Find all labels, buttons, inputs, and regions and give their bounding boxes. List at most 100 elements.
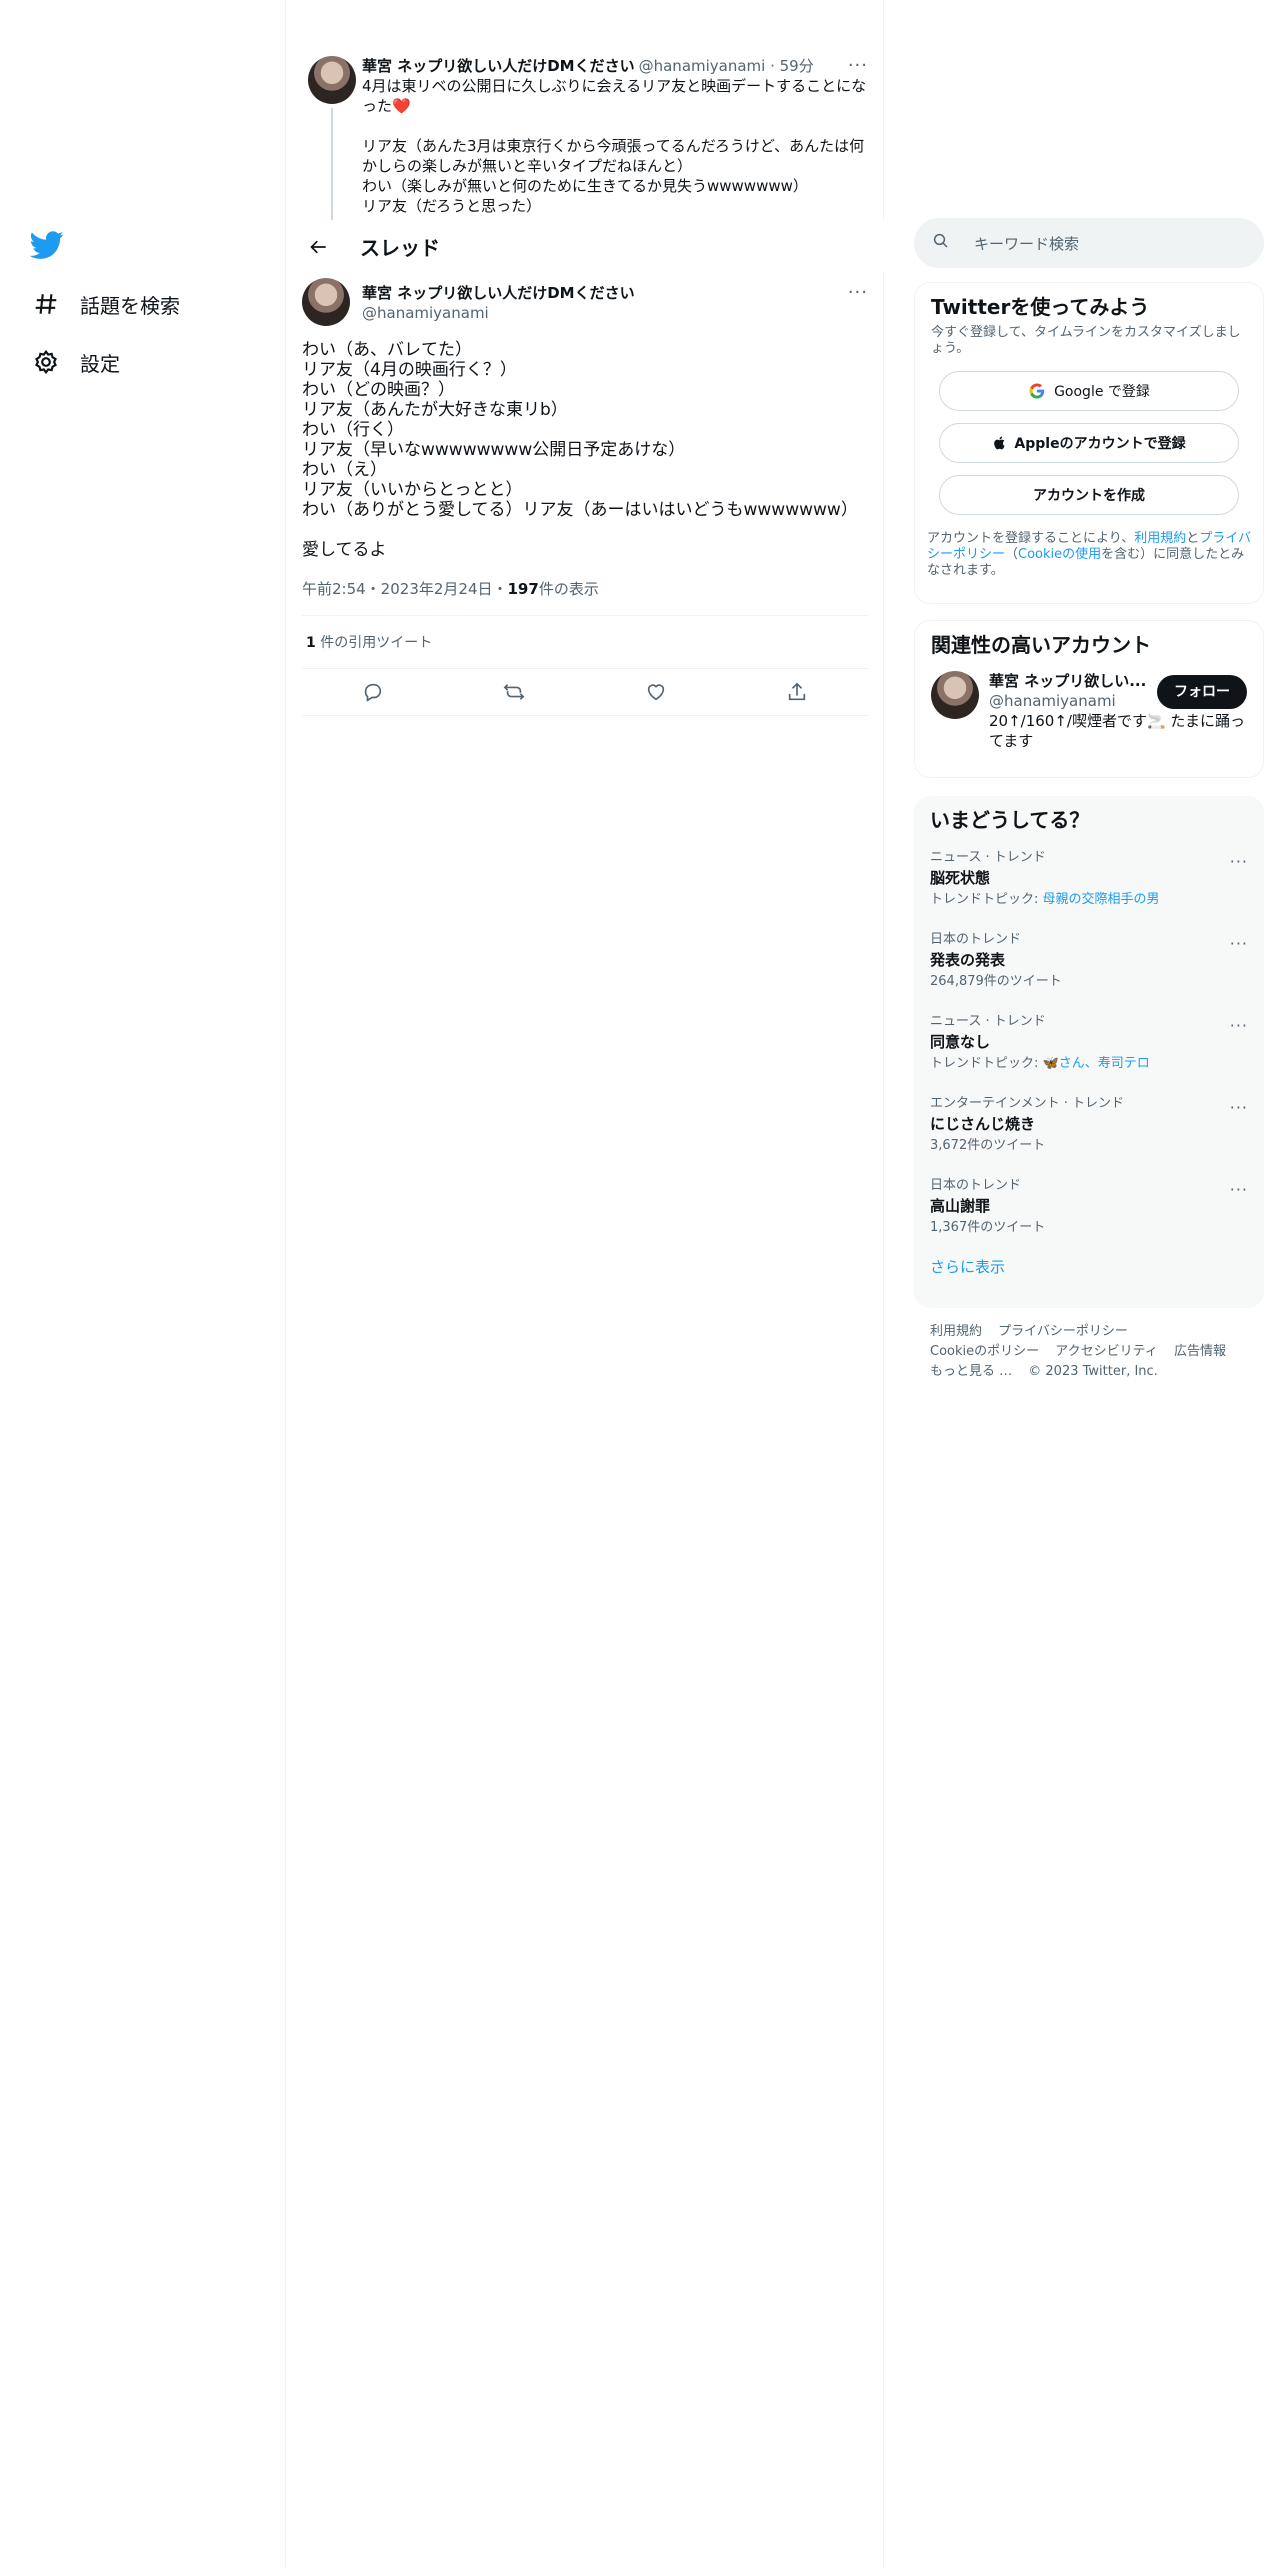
reply-icon[interactable] [356,675,390,709]
related-account-handle[interactable]: @hanamiyanami [989,691,1149,711]
main-column: 華宮 ネップリ欲しい人だけDMください @hanamiyanami · 59分 … [286,0,884,2568]
back-arrow-icon[interactable] [302,230,336,264]
thread-header: スレッド [286,220,884,273]
footer-link-terms[interactable]: 利用規約 [930,1324,982,1339]
trend-extra: トレンドトピック: [930,1056,1043,1071]
trends-title: いまどうしてる？ [930,808,1090,832]
tweet-actions [302,668,868,716]
related-title: 関連性の高いアカウント [931,633,1151,657]
more-options-icon[interactable]: ··· [1230,1016,1248,1035]
tweet-text: 4月は東リベの公開日に久しぶりに会えるリア友と映画デートすることになった❤️ リ… [362,77,867,215]
more-options-icon[interactable]: ··· [1230,934,1248,953]
trend-category: ニュース · トレンド [930,1014,1046,1029]
focused-tweet: 華宮 ネップリ欲しい人だけDMください @hanamiyanami ··· わい… [286,278,884,716]
legal-and: と [1186,531,1200,546]
apple-signup-button[interactable]: Appleのアカウントで登録 [939,423,1239,463]
legal-prefix: アカウントを登録することにより、 [927,531,1135,546]
related-account[interactable]: 華宮 ネップリ欲しい... @hanamiyanami フォロー 20↑/160… [915,659,1263,763]
gear-icon [30,346,62,378]
page-title: スレッド [360,236,440,260]
search-icon [932,232,950,254]
avatar[interactable] [302,278,350,326]
more-options-icon[interactable]: ··· [1230,1180,1248,1199]
trend-item[interactable]: 日本のトレンド 発表の発表 264,879件のツイート ··· [914,922,1264,1004]
views-label: 件の表示 [538,580,599,598]
nav-label-settings: 設定 [80,351,120,376]
terms-link[interactable]: 利用規約 [1134,531,1186,546]
signup-legal-text: アカウントを登録することにより、利用規約とプライバシーポリシー（Cookieの使… [915,531,1263,579]
quote-label: 件の引用ツイート [315,635,433,651]
nav-item-settings[interactable]: 設定 [30,342,120,382]
show-more-link[interactable]: さらに表示 [914,1250,1264,1293]
more-options-icon[interactable]: ··· [848,56,868,76]
footer-link-cookie[interactable]: Cookieのポリシー [930,1344,1039,1359]
footer-link-more[interactable]: もっと見る … [930,1364,1012,1379]
trend-topic-link[interactable]: 母親の交際相手の男 [1043,892,1160,907]
author-handle[interactable]: @hanamiyanami [362,303,635,323]
share-icon[interactable] [780,675,814,709]
nav-item-explore[interactable]: 話題を検索 [30,284,180,324]
apple-signup-label: Appleのアカウントで登録 [1014,436,1186,452]
google-icon [1028,382,1046,400]
quote-tweets-link[interactable]: 1 件の引用ツイート [302,616,868,668]
related-account-bio: 20↑/160↑/喫煙者です🚬 たまに踊ってます [989,712,1245,750]
tweet-metadata: 午前2:54・2023年2月24日・ 197 件の表示 [302,578,868,599]
trend-item[interactable]: エンターテインメント · トレンド にじさんじ焼き 3,672件のツイート ··… [914,1086,1264,1168]
signup-title: Twitterを使ってみよう [931,295,1150,319]
create-account-button[interactable]: アカウントを作成 [939,475,1239,515]
legal-paren: （ [1005,547,1019,562]
trend-category: 日本のトレンド [930,1178,1022,1193]
trend-category: エンターテインメント · トレンド [930,1096,1125,1111]
search-input[interactable]: キーワード検索 [914,218,1264,268]
trend-category: 日本のトレンド [930,932,1022,947]
trend-category: ニュース · トレンド [930,850,1046,865]
cookie-link[interactable]: Cookieの使用 [1018,547,1101,562]
avatar[interactable] [308,56,356,104]
trend-name: 同意なし [930,1033,991,1051]
create-account-label: アカウントを作成 [1033,488,1145,504]
author-handle[interactable]: @hanamiyanami · 59分 [639,56,814,76]
more-options-icon[interactable]: ··· [848,282,868,303]
footer-links: 利用規約 プライバシーポリシー Cookieのポリシー アクセシビリティ 広告情… [930,1322,1250,1382]
nav-label-explore: 話題を検索 [80,293,180,318]
footer-link-accessibility[interactable]: アクセシビリティ [1055,1344,1158,1359]
twitter-logo-icon[interactable] [29,228,64,262]
apple-icon [992,435,1008,451]
search-placeholder: キーワード検索 [974,234,1080,253]
footer-link-privacy[interactable]: プライバシーポリシー [998,1324,1128,1339]
like-icon[interactable] [639,675,673,709]
trend-item[interactable]: 日本のトレンド 高山謝罪 1,367件のツイート ··· [914,1168,1264,1250]
signup-subtitle: 今すぐ登録して、タイムラインをカスタマイズしましょう。 [931,325,1241,356]
more-options-icon[interactable]: ··· [1230,852,1248,871]
trend-topic-link[interactable]: 🦋さん、寿司テロ [1043,1056,1150,1071]
related-account-name[interactable]: 華宮 ネップリ欲しい... [989,671,1149,691]
trends-card: いまどうしてる？ ニュース · トレンド 脳死状態 トレンドトピック: 母親の交… [914,796,1264,1308]
trend-name: 発表の発表 [930,951,1006,969]
tweet-timestamp[interactable]: 午前2:54・2023年2月24日・ [302,578,508,599]
signup-card: Twitterを使ってみよう 今すぐ登録して、タイムラインをカスタマイズしましょ… [914,282,1264,604]
footer-link-ads[interactable]: 広告情報 [1174,1344,1226,1359]
trend-extra: 264,879件のツイート [930,974,1062,989]
more-options-icon[interactable]: ··· [1230,1098,1248,1117]
google-signup-label: Google で登録 [1054,384,1150,400]
footer-copyright: © 2023 Twitter, Inc. [1028,1364,1158,1379]
trend-item[interactable]: ニュース · トレンド 同意なし トレンドトピック: 🦋さん、寿司テロ ··· [914,1004,1264,1086]
related-accounts-card: 関連性の高いアカウント 華宮 ネップリ欲しい... @hanamiyanami … [914,620,1264,778]
tweet-text: わい（あ、バレてた） リア友（4月の映画行く？） わい（どの映画？） リア友（あ… [302,340,858,560]
trend-name: にじさんじ焼き [930,1115,1036,1133]
avatar[interactable] [931,671,979,719]
left-navigation: 話題を検索 設定 [0,0,286,2568]
author-name[interactable]: 華宮 ネップリ欲しい人だけDMください [362,283,635,303]
trend-extra: 3,672件のツイート [930,1138,1046,1153]
views-count: 197 [507,579,539,598]
trend-item[interactable]: ニュース · トレンド 脳死状態 トレンドトピック: 母親の交際相手の男 ··· [914,840,1264,922]
hashtag-icon [30,288,62,320]
trend-extra: 1,367件のツイート [930,1220,1046,1235]
retweet-icon[interactable] [497,675,531,709]
google-signup-button[interactable]: Google で登録 [939,371,1239,411]
trend-name: 高山謝罪 [930,1197,991,1215]
author-name[interactable]: 華宮 ネップリ欲しい人だけDMください [362,56,635,76]
follow-button[interactable]: フォロー [1157,675,1247,709]
quote-count: 1 [306,635,316,651]
trend-extra: トレンドトピック: [930,892,1043,907]
